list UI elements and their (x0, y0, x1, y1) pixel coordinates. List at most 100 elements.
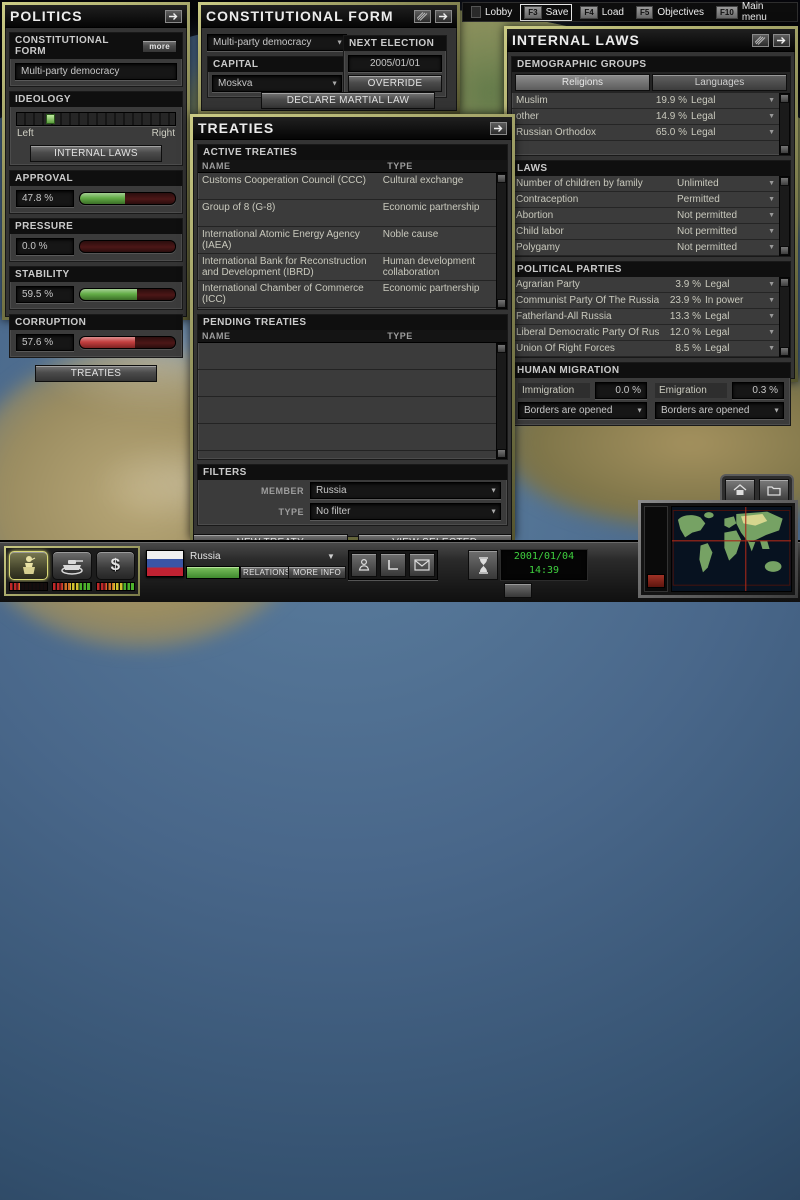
party-row[interactable]: Union Of Right Forces 8.5 % Legal ▼ (512, 341, 779, 357)
immigration-dropdown[interactable]: Borders are opened (518, 402, 647, 419)
time-control-button[interactable] (468, 550, 498, 580)
minimap-home-button[interactable] (725, 479, 755, 501)
filters-label: FILTERS (203, 467, 247, 478)
override-button[interactable]: OVERRIDE (348, 75, 442, 92)
edit-icon[interactable] (414, 10, 431, 23)
relations-button[interactable]: RELATIONS (240, 566, 292, 579)
podium-speaker-icon (18, 554, 40, 576)
main-menu-label: Main menu (742, 1, 789, 23)
tab-religions[interactable]: Religions (515, 74, 650, 91)
dropdown-arrow-icon[interactable]: ▼ (763, 129, 775, 136)
edit-icon[interactable] (752, 34, 769, 47)
menu-load-button[interactable]: F4 Load (577, 5, 627, 20)
approval-section: APPROVAL 47.8 % (9, 170, 183, 214)
party-row[interactable]: Fatherland-All Russia 13.3 % Legal ▼ (512, 309, 779, 325)
law-row[interactable]: Number of children by family Unlimited ▼ (512, 176, 779, 192)
dropdown-arrow-icon[interactable]: ▼ (763, 196, 775, 203)
dropdown-arrow-icon[interactable]: ▼ (763, 297, 775, 304)
treaty-row[interactable]: International Atomic Energy Agency (IAEA… (198, 227, 496, 254)
treaties-button[interactable]: TREATIES (35, 365, 157, 382)
government-form-dropdown[interactable]: Multi-party democracy (207, 34, 347, 51)
religion-row[interactable]: Russian Orthodox 65.0 % Legal ▼ (512, 125, 779, 141)
party-row[interactable]: Communist Party Of The Russian Feder 23.… (512, 293, 779, 309)
world-map-graphic (672, 507, 791, 591)
scrollbar[interactable] (496, 173, 507, 309)
dropdown-arrow-icon[interactable]: ▼ (763, 180, 775, 187)
dropdown-arrow-icon[interactable]: ▼ (763, 329, 775, 336)
treaties-panel-title: TREATIES (198, 120, 486, 136)
column-header-type[interactable]: TYPE (387, 331, 503, 341)
scrollbar[interactable] (496, 343, 507, 459)
detach-arrow-icon[interactable] (435, 10, 452, 23)
demographic-groups-section: DEMOGRAPHIC GROUPS Religions Languages M… (511, 56, 791, 156)
stability-meter-fill (80, 289, 137, 300)
country-dropdown-arrow-icon[interactable]: ▼ (327, 552, 335, 561)
clock-options-button[interactable] (504, 583, 532, 598)
dropdown-arrow-icon[interactable]: ▼ (763, 97, 775, 104)
member-filter-dropdown[interactable]: Russia (310, 482, 501, 499)
emigration-dropdown[interactable]: Borders are opened (655, 402, 784, 419)
law-row[interactable]: Contraception Permitted ▼ (512, 192, 779, 208)
communication-buttons (348, 550, 438, 580)
military-mode-button[interactable] (52, 551, 91, 580)
column-header-name[interactable]: NAME (202, 331, 387, 341)
laws-section: LAWS Number of children by family Unlimi… (511, 160, 791, 257)
ideology-slider[interactable] (16, 112, 176, 126)
dropdown-arrow-icon[interactable]: ▼ (763, 228, 775, 235)
stability-section: STABILITY 59.5 % (9, 266, 183, 310)
dropdown-arrow-icon[interactable]: ▼ (763, 244, 775, 251)
column-header-name[interactable]: NAME (202, 161, 387, 171)
dropdown-arrow-icon[interactable]: ▼ (763, 212, 775, 219)
dropdown-arrow-icon[interactable]: ▼ (763, 113, 775, 120)
minimap-view-button[interactable] (759, 479, 789, 501)
politics-mode-button[interactable] (9, 551, 48, 580)
internal-laws-button[interactable]: INTERNAL LAWS (30, 145, 162, 162)
law-row[interactable]: Abortion Not permitted ▼ (512, 208, 779, 224)
ideology-slider-handle[interactable] (46, 114, 55, 124)
column-header-type[interactable]: TYPE (387, 161, 503, 171)
detach-arrow-icon[interactable] (773, 34, 790, 47)
treaty-row[interactable]: Customs Cooperation Council (CCC) Cultur… (198, 173, 496, 200)
more-info-button[interactable]: MORE INFO (288, 566, 346, 579)
capital-dropdown[interactable]: Moskva (212, 75, 342, 92)
religion-row[interactable]: other 14.9 % Legal ▼ (512, 109, 779, 125)
religion-row[interactable]: Muslim 19.9 % Legal ▼ (512, 93, 779, 109)
more-button[interactable]: more (142, 40, 177, 53)
economy-mode-button[interactable]: $ (96, 551, 135, 580)
politics-panel-header: POLITICS (5, 5, 187, 28)
menu-save-button[interactable]: F3 Save (521, 5, 571, 20)
minimap-world-map[interactable] (671, 506, 792, 592)
chat-button[interactable] (351, 553, 377, 577)
scrollbar[interactable] (779, 93, 790, 155)
party-row[interactable]: Liberal Democratic Party Of Russia 12.0 … (512, 325, 779, 341)
minimap-zoom-thumb[interactable] (647, 574, 665, 588)
menu-main-menu-button[interactable]: F10 Main menu (713, 0, 792, 24)
scrollbar[interactable] (779, 277, 790, 357)
dropdown-arrow-icon[interactable]: ▼ (763, 313, 775, 320)
dropdown-arrow-icon[interactable]: ▼ (763, 281, 775, 288)
law-row[interactable]: Polygamy Not permitted ▼ (512, 240, 779, 256)
treaty-row[interactable]: International Bank for Reconstruction an… (198, 254, 496, 281)
mode-buttons-box: $ (4, 546, 140, 596)
declare-martial-law-button[interactable]: DECLARE MARTIAL LAW (261, 92, 435, 109)
dropdown-arrow-icon[interactable]: ▼ (763, 345, 775, 352)
lobby-button[interactable]: Lobby (468, 5, 515, 19)
law-row[interactable]: Child labor Not permitted ▼ (512, 224, 779, 240)
treaty-row[interactable]: International Chamber of Commerce (ICC) … (198, 281, 496, 308)
scrollbar[interactable] (779, 176, 790, 256)
tab-languages[interactable]: Languages (652, 74, 787, 91)
laws-label: LAWS (517, 163, 548, 174)
minimap-zoom-slider[interactable] (644, 506, 668, 592)
detach-arrow-icon[interactable] (490, 122, 507, 135)
constitutional-form-panel-title: CONSTITUTIONAL FORM (206, 8, 410, 24)
detach-arrow-icon[interactable] (165, 10, 182, 23)
party-row[interactable]: Agrarian Party 3.9 % Legal ▼ (512, 277, 779, 293)
history-button[interactable] (380, 553, 406, 577)
type-filter-dropdown[interactable]: No filter (310, 503, 501, 520)
capital-label: CAPITAL (213, 59, 258, 70)
treaty-row[interactable]: Group of 8 (G-8) Economic partnership (198, 200, 496, 227)
mail-button[interactable] (409, 553, 435, 577)
menu-objectives-button[interactable]: F5 Objectives (633, 5, 707, 20)
constitutional-form-label: CONSTITUTIONAL FORM (15, 35, 142, 57)
russia-flag[interactable] (146, 550, 184, 577)
